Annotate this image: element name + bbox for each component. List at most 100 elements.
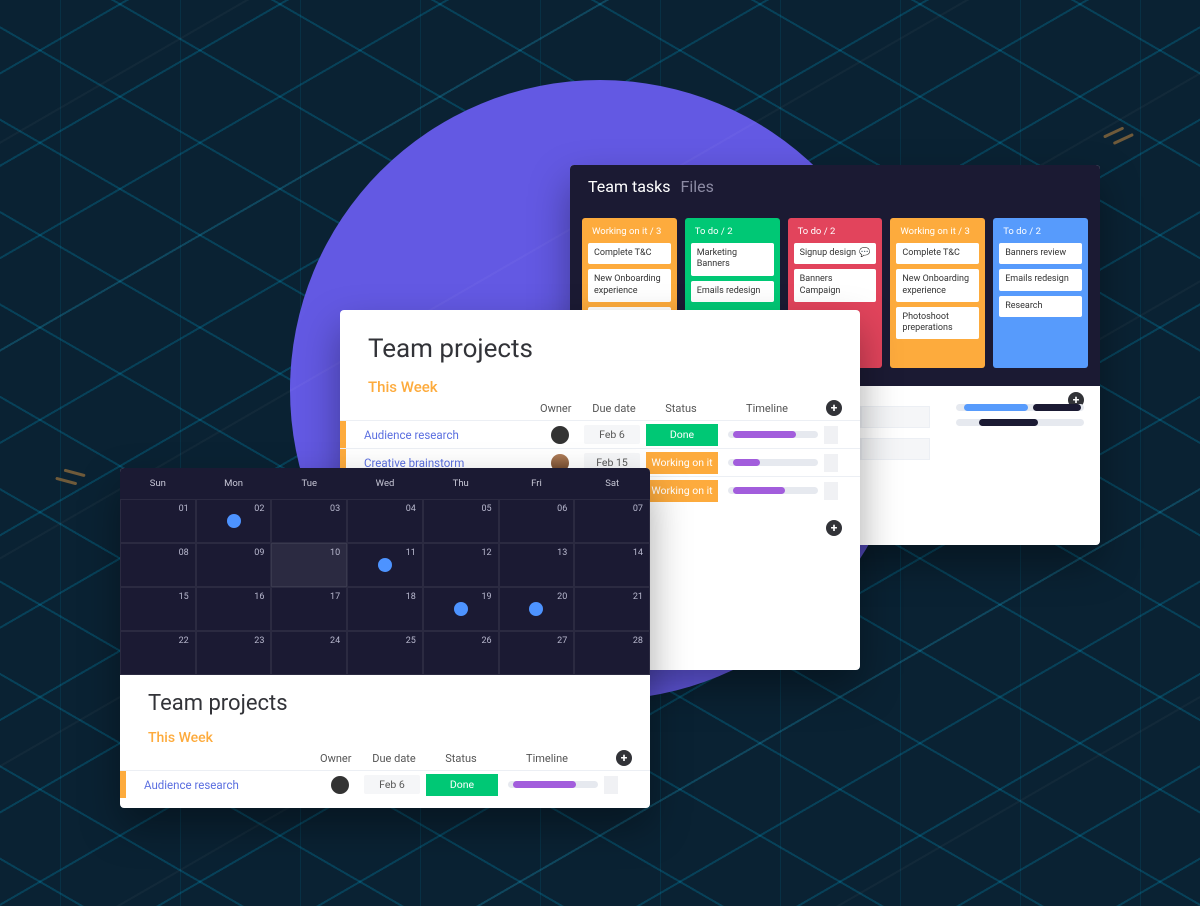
- kanban-card[interactable]: Emails redesign: [691, 281, 774, 302]
- kanban-column[interactable]: To do / 2Banners review Emails redesign Re…: [993, 218, 1088, 368]
- calendar-cell[interactable]: 16: [196, 587, 272, 631]
- calendar-cell[interactable]: 17: [271, 587, 347, 631]
- calendar-day-header: Mon: [196, 468, 272, 499]
- calendar-cell[interactable]: 25: [347, 631, 423, 675]
- calendar-cell[interactable]: 12: [423, 543, 499, 587]
- status-pill[interactable]: Working on it: [646, 452, 718, 474]
- status-pill[interactable]: Done: [646, 424, 718, 446]
- status-pill[interactable]: Working on it: [646, 480, 718, 502]
- table-header: Owner Due date Status Timeline +: [120, 750, 650, 770]
- add-button[interactable]: +: [826, 400, 842, 416]
- calendar-cell[interactable]: 15: [120, 587, 196, 631]
- row-end: [824, 426, 838, 444]
- calendar-date: 25: [406, 636, 416, 646]
- task-name[interactable]: Audience research: [346, 428, 536, 442]
- calendar-cell[interactable]: 27: [499, 631, 575, 675]
- calendar-date: 02: [254, 504, 264, 514]
- calendar-date: 24: [330, 636, 340, 646]
- calendar-cell[interactable]: 18: [347, 587, 423, 631]
- calendar-cell[interactable]: 21: [574, 587, 650, 631]
- avatar: [551, 426, 569, 444]
- calendar-cell[interactable]: 11: [347, 543, 423, 587]
- kanban-card[interactable]: Complete T&C: [896, 243, 979, 264]
- owner-cell[interactable]: [536, 426, 584, 444]
- due-cell[interactable]: Feb 6: [364, 775, 420, 794]
- event-dot-icon: [454, 602, 468, 616]
- kanban-card[interactable]: Signup design💬: [794, 243, 877, 264]
- calendar-date: 15: [179, 592, 189, 602]
- kanban-card[interactable]: Banners review: [999, 243, 1082, 264]
- calendar-date: 21: [633, 592, 643, 602]
- kanban-card[interactable]: New Onboarding experience: [896, 269, 979, 302]
- kanban-card[interactable]: Marketing Banners: [691, 243, 774, 276]
- calendar-cell[interactable]: 07: [574, 499, 650, 543]
- page-title: Team projects: [120, 675, 650, 722]
- kanban-title: Team tasks: [588, 177, 671, 196]
- task-name[interactable]: Audience research: [126, 778, 316, 792]
- calendar-date: 19: [481, 592, 491, 602]
- owner-cell[interactable]: [316, 776, 364, 794]
- calendar-date: 14: [633, 548, 643, 558]
- kanban-card[interactable]: Complete T&C: [588, 243, 671, 264]
- calendar-header: SunMonTueWedThuFriSat: [120, 468, 650, 499]
- calendar-date: 18: [406, 592, 416, 602]
- calendar-day-header: Wed: [347, 468, 423, 499]
- due-cell[interactable]: Feb 6: [584, 425, 640, 444]
- kanban-card[interactable]: Photoshoot preperations: [896, 307, 979, 340]
- calendar-cell[interactable]: 23: [196, 631, 272, 675]
- timeline-cell[interactable]: [728, 487, 818, 494]
- calendar-date: 04: [406, 504, 416, 514]
- calendar-date: 11: [406, 548, 416, 558]
- calendar-cell[interactable]: 06: [499, 499, 575, 543]
- calendar-day-header: Thu: [423, 468, 499, 499]
- timeline-cell[interactable]: [508, 781, 598, 788]
- status-cell[interactable]: [861, 406, 930, 428]
- calendar-cell[interactable]: 03: [271, 499, 347, 543]
- calendar-date: 03: [330, 504, 340, 514]
- row-end: [604, 776, 618, 794]
- kanban-card[interactable]: Emails redesign: [999, 269, 1082, 290]
- column-header: Working on it / 3: [588, 224, 671, 243]
- calendar-date: 07: [633, 504, 643, 514]
- calendar-cell[interactable]: 22: [120, 631, 196, 675]
- calendar-cell[interactable]: 13: [499, 543, 575, 587]
- column-header: To do / 2: [999, 224, 1082, 243]
- status-cell[interactable]: [861, 438, 930, 460]
- calendar-cell[interactable]: 05: [423, 499, 499, 543]
- calendar-cell[interactable]: 10: [271, 543, 347, 587]
- calendar-cell[interactable]: 20: [499, 587, 575, 631]
- calendar-day-header: Fri: [499, 468, 575, 499]
- status-pill[interactable]: Done: [426, 774, 498, 796]
- table-row[interactable]: Audience research Feb 6 Done: [120, 770, 650, 798]
- add-button[interactable]: +: [826, 520, 842, 536]
- calendar-cell[interactable]: 28: [574, 631, 650, 675]
- calendar-cell[interactable]: 26: [423, 631, 499, 675]
- calendar-cell[interactable]: 19: [423, 587, 499, 631]
- calendar-date: 13: [557, 548, 567, 558]
- calendar-date: 20: [557, 592, 567, 602]
- kanban-card[interactable]: New Onboarding experience: [588, 269, 671, 302]
- timeline-cell[interactable]: [728, 459, 818, 466]
- calendar-date: 01: [179, 504, 189, 514]
- kanban-card[interactable]: Research: [999, 296, 1082, 317]
- table-row[interactable]: Audience research Feb 6 Done: [340, 420, 860, 448]
- col-due: Due date: [586, 402, 642, 415]
- calendar-cell[interactable]: 04: [347, 499, 423, 543]
- calendar-cell[interactable]: 08: [120, 543, 196, 587]
- col-status: Status: [646, 402, 716, 415]
- col-timeline: Timeline: [504, 752, 590, 765]
- page-title: Team projects: [340, 310, 860, 370]
- calendar-date: 17: [330, 592, 340, 602]
- event-dot-icon: [529, 602, 543, 616]
- calendar-cell[interactable]: 24: [271, 631, 347, 675]
- calendar-cell[interactable]: 01: [120, 499, 196, 543]
- group-label: This Week: [120, 722, 650, 750]
- calendar-cell[interactable]: 02: [196, 499, 272, 543]
- add-button[interactable]: +: [616, 750, 632, 766]
- calendar-cell[interactable]: 14: [574, 543, 650, 587]
- calendar-cell[interactable]: 09: [196, 543, 272, 587]
- kanban-card[interactable]: Banners Campaign: [794, 269, 877, 302]
- timeline-cell[interactable]: [728, 431, 818, 438]
- calendar-date: 06: [557, 504, 567, 514]
- kanban-column[interactable]: Working on it / 3Complete T&CNew Onboard…: [890, 218, 985, 368]
